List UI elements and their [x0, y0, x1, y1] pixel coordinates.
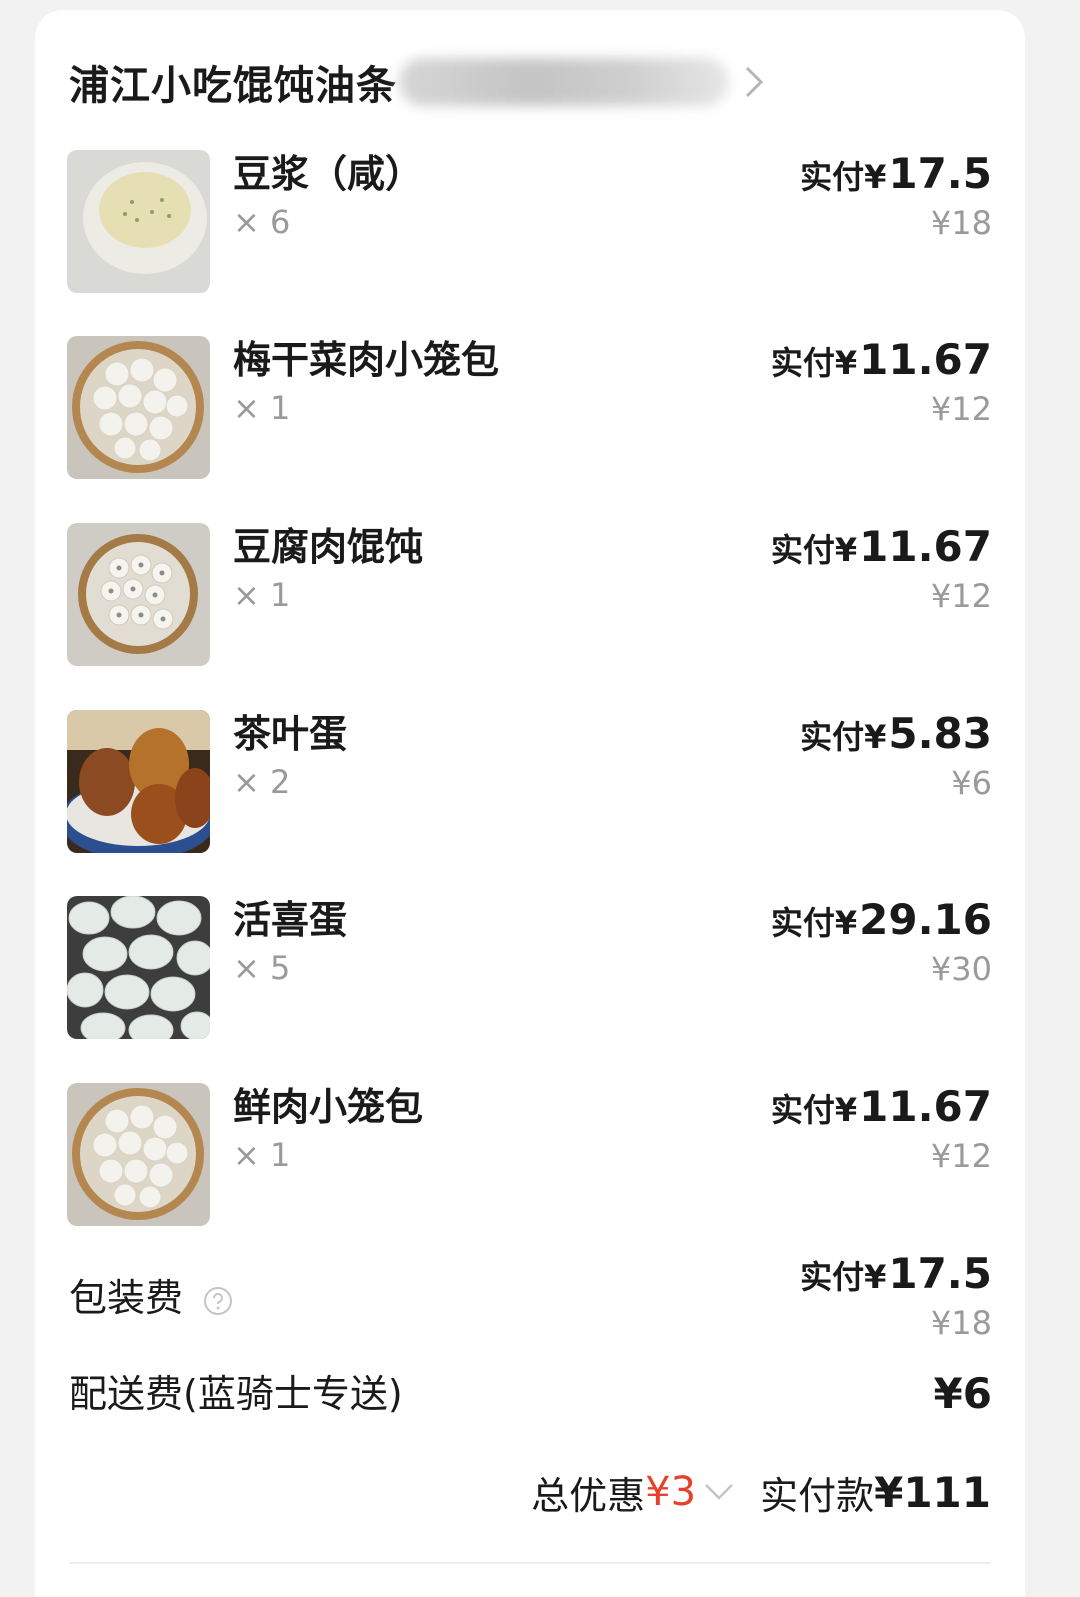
paid-label: 实付¥ [800, 1258, 887, 1296]
original-price: ¥30 [930, 950, 992, 988]
order-item[interactable]: 豆浆（咸） × 6 实付¥17.5 ¥18 [67, 150, 992, 295]
item-thumbnail-soy-milk [67, 150, 210, 293]
item-name: 活喜蛋 [233, 898, 348, 942]
item-price: 实付¥29.16 ¥30 [771, 896, 992, 991]
item-name: 茶叶蛋 [233, 712, 348, 756]
packaging-fee-row: 包装费 实付¥17.5 ¥18 [69, 1250, 992, 1350]
shop-header[interactable]: 浦江小吃馄饨油条 [69, 52, 767, 112]
paid-amount: 11.67 [859, 335, 992, 384]
item-thumbnail-steamer-buns [67, 336, 210, 479]
item-price: 实付¥11.67 ¥12 [771, 1083, 992, 1178]
paid-label: 实付¥ [770, 344, 858, 382]
paid-amount: 11.67 [859, 522, 992, 571]
item-quantity: × 2 [233, 763, 291, 801]
original-price: ¥18 [930, 1304, 992, 1342]
total-value: ¥111 [874, 1467, 991, 1517]
item-thumbnail-tea-eggs [67, 710, 210, 853]
order-item[interactable]: 活喜蛋 × 5 实付¥29.16 ¥30 [67, 896, 992, 1041]
divider [69, 1562, 991, 1564]
paid-label: 实付¥ [770, 904, 858, 942]
total-label: 实付款 [760, 1473, 875, 1518]
item-name: 豆浆（咸） [233, 152, 424, 196]
original-price: ¥12 [930, 1137, 992, 1175]
item-name: 鲜肉小笼包 [233, 1085, 424, 1129]
item-thumbnail-wontons [67, 523, 210, 666]
chevron-right-icon[interactable] [741, 62, 767, 102]
paid-label: 实付¥ [770, 1091, 858, 1129]
item-quantity: × 1 [233, 576, 291, 614]
item-quantity: × 6 [233, 203, 291, 241]
original-price: ¥6 [951, 764, 992, 802]
help-icon[interactable] [203, 1286, 233, 1316]
delivery-fee-amount: ¥6 [933, 1369, 992, 1418]
paid-amount: 29.16 [859, 895, 992, 944]
item-price: 实付¥5.83 ¥6 [800, 710, 992, 805]
order-summary: 总优惠 ¥3 实付款 ¥111 [531, 1462, 991, 1522]
paid-amount: 11.67 [859, 1082, 992, 1131]
order-item[interactable]: 鲜肉小笼包 × 1 实付¥11.67 ¥12 [67, 1083, 992, 1228]
paid-amount: 5.83 [888, 709, 992, 758]
item-quantity: × 5 [233, 949, 291, 987]
delivery-fee-label: 配送费(蓝骑士专送) [69, 1372, 403, 1416]
item-price: 实付¥17.5 ¥18 [800, 150, 992, 245]
redacted-shop-suffix [399, 58, 729, 106]
order-item[interactable]: 豆腐肉馄饨 × 1 实付¥11.67 ¥12 [67, 523, 992, 668]
packaging-fee-price: 实付¥17.5 ¥18 [800, 1250, 992, 1345]
item-thumbnail-steamer-buns [67, 1083, 210, 1226]
item-quantity: × 1 [233, 1136, 291, 1174]
order-card: 浦江小吃馄饨油条 豆浆（咸） × 6 实付¥17.5 ¥18 梅干菜肉小笼包 ×… [35, 10, 1025, 1597]
delivery-fee-row: 配送费(蓝骑士专送) ¥6 [69, 1366, 992, 1422]
item-thumbnail-white-eggs [67, 896, 210, 1039]
order-item[interactable]: 梅干菜肉小笼包 × 1 实付¥11.67 ¥12 [67, 336, 992, 481]
original-price: ¥12 [930, 577, 992, 615]
item-name: 梅干菜肉小笼包 [233, 338, 500, 382]
discount-label: 总优惠 [531, 1473, 646, 1518]
packaging-fee-label: 包装费 [69, 1276, 184, 1320]
item-price: 实付¥11.67 ¥12 [771, 523, 992, 618]
order-item[interactable]: 茶叶蛋 × 2 实付¥5.83 ¥6 [67, 710, 992, 855]
chevron-down-icon[interactable] [702, 1481, 736, 1503]
shop-name: 浦江小吃馄饨油条 [69, 63, 397, 109]
paid-label: 实付¥ [800, 718, 887, 756]
item-price: 实付¥11.67 ¥12 [771, 336, 992, 431]
original-price: ¥18 [930, 204, 992, 242]
item-name: 豆腐肉馄饨 [233, 525, 424, 569]
original-price: ¥12 [930, 390, 992, 428]
paid-label: 实付¥ [770, 531, 858, 569]
discount-value: ¥3 [645, 1469, 697, 1515]
paid-label: 实付¥ [800, 158, 887, 196]
paid-amount: 17.5 [888, 1249, 992, 1298]
paid-amount: 17.5 [888, 149, 992, 198]
item-quantity: × 1 [233, 389, 291, 427]
